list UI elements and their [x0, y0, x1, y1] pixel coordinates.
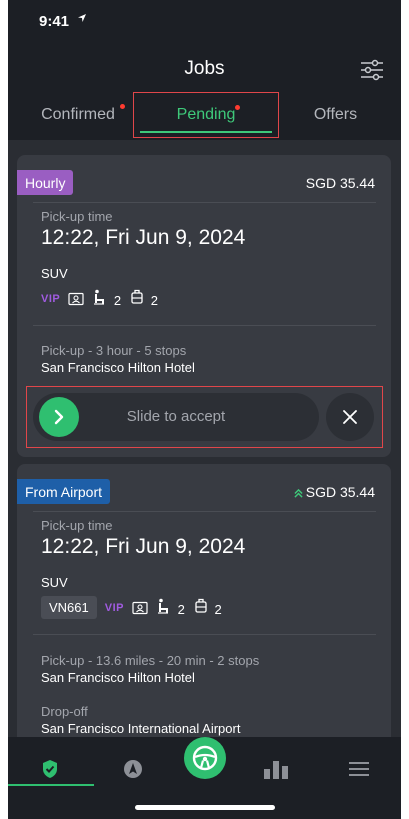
- divider: [33, 634, 376, 635]
- job-tabs: Confirmed Pending Offers: [8, 92, 401, 138]
- location-arrow-icon: [78, 14, 86, 22]
- tab-confirmed[interactable]: Confirmed: [18, 92, 138, 138]
- close-icon: [343, 410, 357, 424]
- nav-navigation[interactable]: [113, 749, 153, 789]
- jobs-icon: [43, 760, 57, 778]
- tab-pending[interactable]: Pending: [133, 92, 279, 138]
- active-tab-indicator: [140, 131, 272, 133]
- flight-number: VN661: [41, 596, 97, 619]
- slide-to-accept[interactable]: Slide to accept: [33, 393, 319, 441]
- status-bar: 9:41: [8, 0, 401, 40]
- pickup-location: San Francisco Hilton Hotel: [41, 360, 195, 375]
- notification-dot: [235, 105, 240, 110]
- pickup-location: San Francisco Hilton Hotel: [41, 670, 195, 685]
- accept-controls: Slide to accept: [26, 386, 383, 448]
- home-indicator: [135, 805, 275, 810]
- luggage-count: 2: [214, 602, 222, 617]
- passenger-seat-icon: [94, 289, 105, 305]
- slide-label: Slide to accept: [126, 408, 226, 425]
- pickup-time: 12:22, Fri Jun 9, 2024: [41, 535, 246, 558]
- passenger-count: 2: [113, 293, 122, 308]
- tab-offers[interactable]: Offers: [278, 92, 393, 138]
- divider: [33, 325, 376, 326]
- job-price: SGD 35.44: [294, 484, 375, 500]
- status-time: 9:41: [39, 13, 70, 30]
- vip-tag: VIP: [104, 601, 124, 614]
- tab-confirmed-label: Confirmed: [41, 106, 115, 123]
- route-summary: Pick-up - 13.6 miles - 20 min - 2 stops: [41, 653, 260, 668]
- decline-button[interactable]: [326, 393, 374, 441]
- id-card-icon: [132, 601, 148, 614]
- dropoff-location: San Francisco International Airport: [41, 721, 241, 736]
- pickup-time-label: Pick-up time: [41, 209, 113, 224]
- tab-pending-label: Pending: [176, 106, 236, 123]
- steering-wheel-icon: [192, 745, 218, 771]
- nav-stats[interactable]: [256, 749, 296, 789]
- luggage-count: 2: [150, 293, 158, 308]
- divider: [33, 202, 376, 203]
- nav-active-indicator: [8, 784, 94, 786]
- job-price-value: SGD 35.44: [305, 484, 375, 500]
- job-type-badge: Hourly: [17, 170, 74, 195]
- nav-jobs[interactable]: [30, 749, 70, 789]
- job-features: VN661 VIP 2 2: [41, 596, 222, 619]
- surge-up-icon: [294, 488, 303, 498]
- vehicle-type: SUV: [41, 266, 68, 281]
- job-features: VIP 2 2: [41, 289, 158, 308]
- divider: [33, 511, 376, 512]
- dropoff-label: Drop-off: [41, 704, 88, 719]
- vehicle-type: SUV: [41, 575, 68, 590]
- id-card-icon: [68, 292, 84, 305]
- job-type-badge: From Airport: [17, 479, 111, 504]
- stats-icon: [264, 761, 288, 779]
- vip-tag: VIP: [41, 292, 61, 305]
- bottom-navigation: [8, 737, 401, 819]
- menu-icon: [349, 762, 369, 776]
- phone-screen: 9:41 Jobs Confirmed Pending Offers Hourl…: [8, 0, 401, 819]
- page-title: Jobs: [184, 58, 225, 79]
- job-card[interactable]: From Airport SGD 35.44 Pick-up time 12:2…: [17, 464, 391, 754]
- luggage-icon: [131, 289, 143, 304]
- route-summary: Pick-up - 3 hour - 5 stops: [41, 343, 187, 358]
- nav-drive[interactable]: [184, 737, 226, 779]
- sliders-icon[interactable]: [360, 58, 384, 82]
- notification-dot: [120, 104, 125, 109]
- navigation-icon: [124, 760, 142, 778]
- nav-menu[interactable]: [339, 749, 379, 789]
- luggage-icon: [195, 598, 207, 613]
- passenger-count: 2: [177, 602, 185, 617]
- tab-offers-label: Offers: [313, 106, 358, 123]
- job-price: SGD 35.44: [305, 175, 375, 191]
- passenger-seat-icon: [157, 598, 168, 614]
- pickup-time: 12:22, Fri Jun 9, 2024: [41, 226, 246, 249]
- pickup-time-label: Pick-up time: [41, 518, 113, 533]
